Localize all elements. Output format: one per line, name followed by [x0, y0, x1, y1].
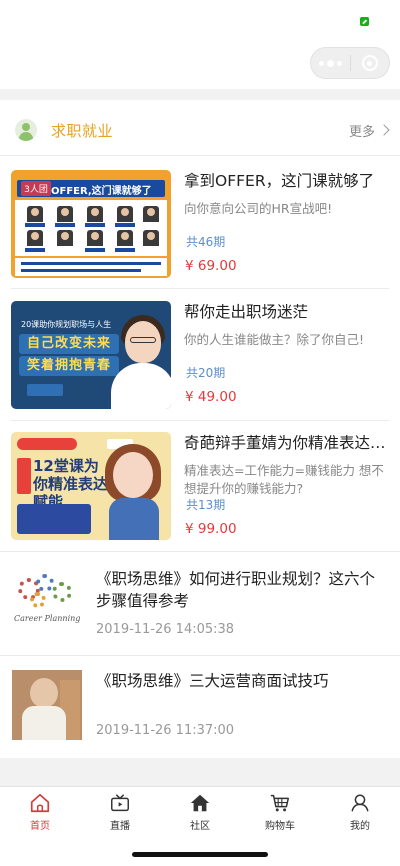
tab-cart[interactable]: 购物车 — [240, 787, 320, 832]
course-price: ¥ 49.00 — [185, 389, 237, 405]
tab-label: 社区 — [190, 821, 210, 832]
home-icon — [30, 793, 50, 813]
section-title: 求职就业 — [51, 121, 114, 140]
home-indicator — [132, 852, 268, 857]
cover-line-2: 笑着拥抱青春 — [19, 356, 119, 376]
course-item[interactable]: 3人团 OFFER,这门课就够了 拿到OFFER，这门课就够了 向你意向公司的H… — [0, 170, 400, 278]
user-avatar-icon — [15, 119, 37, 141]
more-label: 更多 — [348, 124, 375, 140]
tab-bar: 首页 直播 社区 购物车 我的 — [0, 786, 400, 832]
course-description: 精准表达=工作能力=赚钱能力 想不想提升你的赚钱能力? — [184, 463, 384, 496]
mini-program-capsule — [310, 47, 390, 79]
tab-label: 购物车 — [265, 821, 295, 832]
article-title: 《职场思维》如何进行职业规划？这六个步骤值得参考 — [96, 570, 376, 610]
course-lessons: 共46期 — [186, 235, 226, 249]
more-dots-icon[interactable] — [311, 48, 350, 78]
tab-profile[interactable]: 我的 — [320, 787, 400, 832]
cover-big-text: 12堂课为你精准表达赋能 — [33, 457, 109, 511]
course-cover: 3人团 OFFER,这门课就够了 — [11, 170, 171, 278]
course-title: 帮你走出职场迷茫 — [184, 303, 309, 321]
article-thumbnail — [12, 670, 82, 740]
divider — [11, 288, 389, 289]
divider — [0, 551, 400, 552]
section-header: 求职就业 更多 — [0, 110, 400, 150]
course-item[interactable]: 12堂课为你精准表达赋能 奇葩辩手董婧为你精准表达… 精准表达=工作能力=赚钱能… — [0, 432, 400, 540]
cover-line: 20课助你规划职场与人生 — [21, 320, 112, 329]
thumbnail-caption: Career Planning — [14, 614, 81, 623]
chevron-right-icon — [378, 124, 390, 136]
divider — [0, 655, 400, 656]
course-lessons: 共20期 — [186, 366, 226, 380]
course-item[interactable]: 20课助你规划职场与人生 自己改变未来 笑着拥抱青春 帮你走出职场迷茫 你的人生… — [0, 301, 400, 409]
course-cover: 20课助你规划职场与人生 自己改变未来 笑着拥抱青春 — [11, 301, 171, 409]
profile-icon — [351, 794, 369, 812]
tab-label: 首页 — [30, 821, 50, 832]
section-gap — [0, 89, 400, 100]
status-bar — [0, 0, 400, 44]
tab-label: 我的 — [350, 821, 370, 832]
community-icon — [190, 794, 210, 812]
tab-label: 直播 — [110, 821, 130, 832]
cart-icon — [270, 794, 289, 812]
footer-gap — [0, 758, 400, 788]
cover-line-1: 自己改变未来 — [19, 334, 119, 354]
page: 求职就业 更多 3人团 OFFER,这门课就够了 拿到OFFER，这门课就够了 … — [0, 0, 400, 866]
tab-community[interactable]: 社区 — [160, 787, 240, 832]
article-time: 2019-11-26 11:37:00 — [96, 723, 235, 738]
course-price: ¥ 69.00 — [185, 258, 237, 274]
course-description: 你的人生谁能做主？除了你自己! — [184, 332, 365, 347]
course-cover: 12堂课为你精准表达赋能 — [11, 432, 171, 540]
divider — [11, 420, 389, 421]
course-title: 奇葩辩手董婧为你精准表达… — [184, 434, 386, 452]
group-tag: 3人团 — [21, 181, 51, 196]
battery-icon — [360, 17, 369, 26]
course-description: 向你意向公司的HR宣战吧! — [184, 201, 333, 216]
more-link[interactable]: 更多 — [348, 121, 390, 140]
article-time: 2019-11-26 14:05:38 — [96, 622, 235, 637]
tab-home[interactable]: 首页 — [0, 787, 80, 832]
article-title: 《职场思维》三大运营商面试技巧 — [96, 672, 329, 690]
tab-live[interactable]: 直播 — [80, 787, 160, 832]
course-title: 拿到OFFER，这门课就够了 — [184, 172, 375, 190]
course-price: ¥ 99.00 — [185, 521, 237, 537]
course-lessons: 共13期 — [186, 498, 226, 512]
capsule-close-icon[interactable] — [351, 48, 389, 78]
divider — [0, 155, 400, 156]
article-thumbnail: Career Planning — [12, 572, 82, 642]
tv-icon — [111, 794, 129, 812]
cover-banner: OFFER,这门课就够了 — [51, 186, 152, 197]
